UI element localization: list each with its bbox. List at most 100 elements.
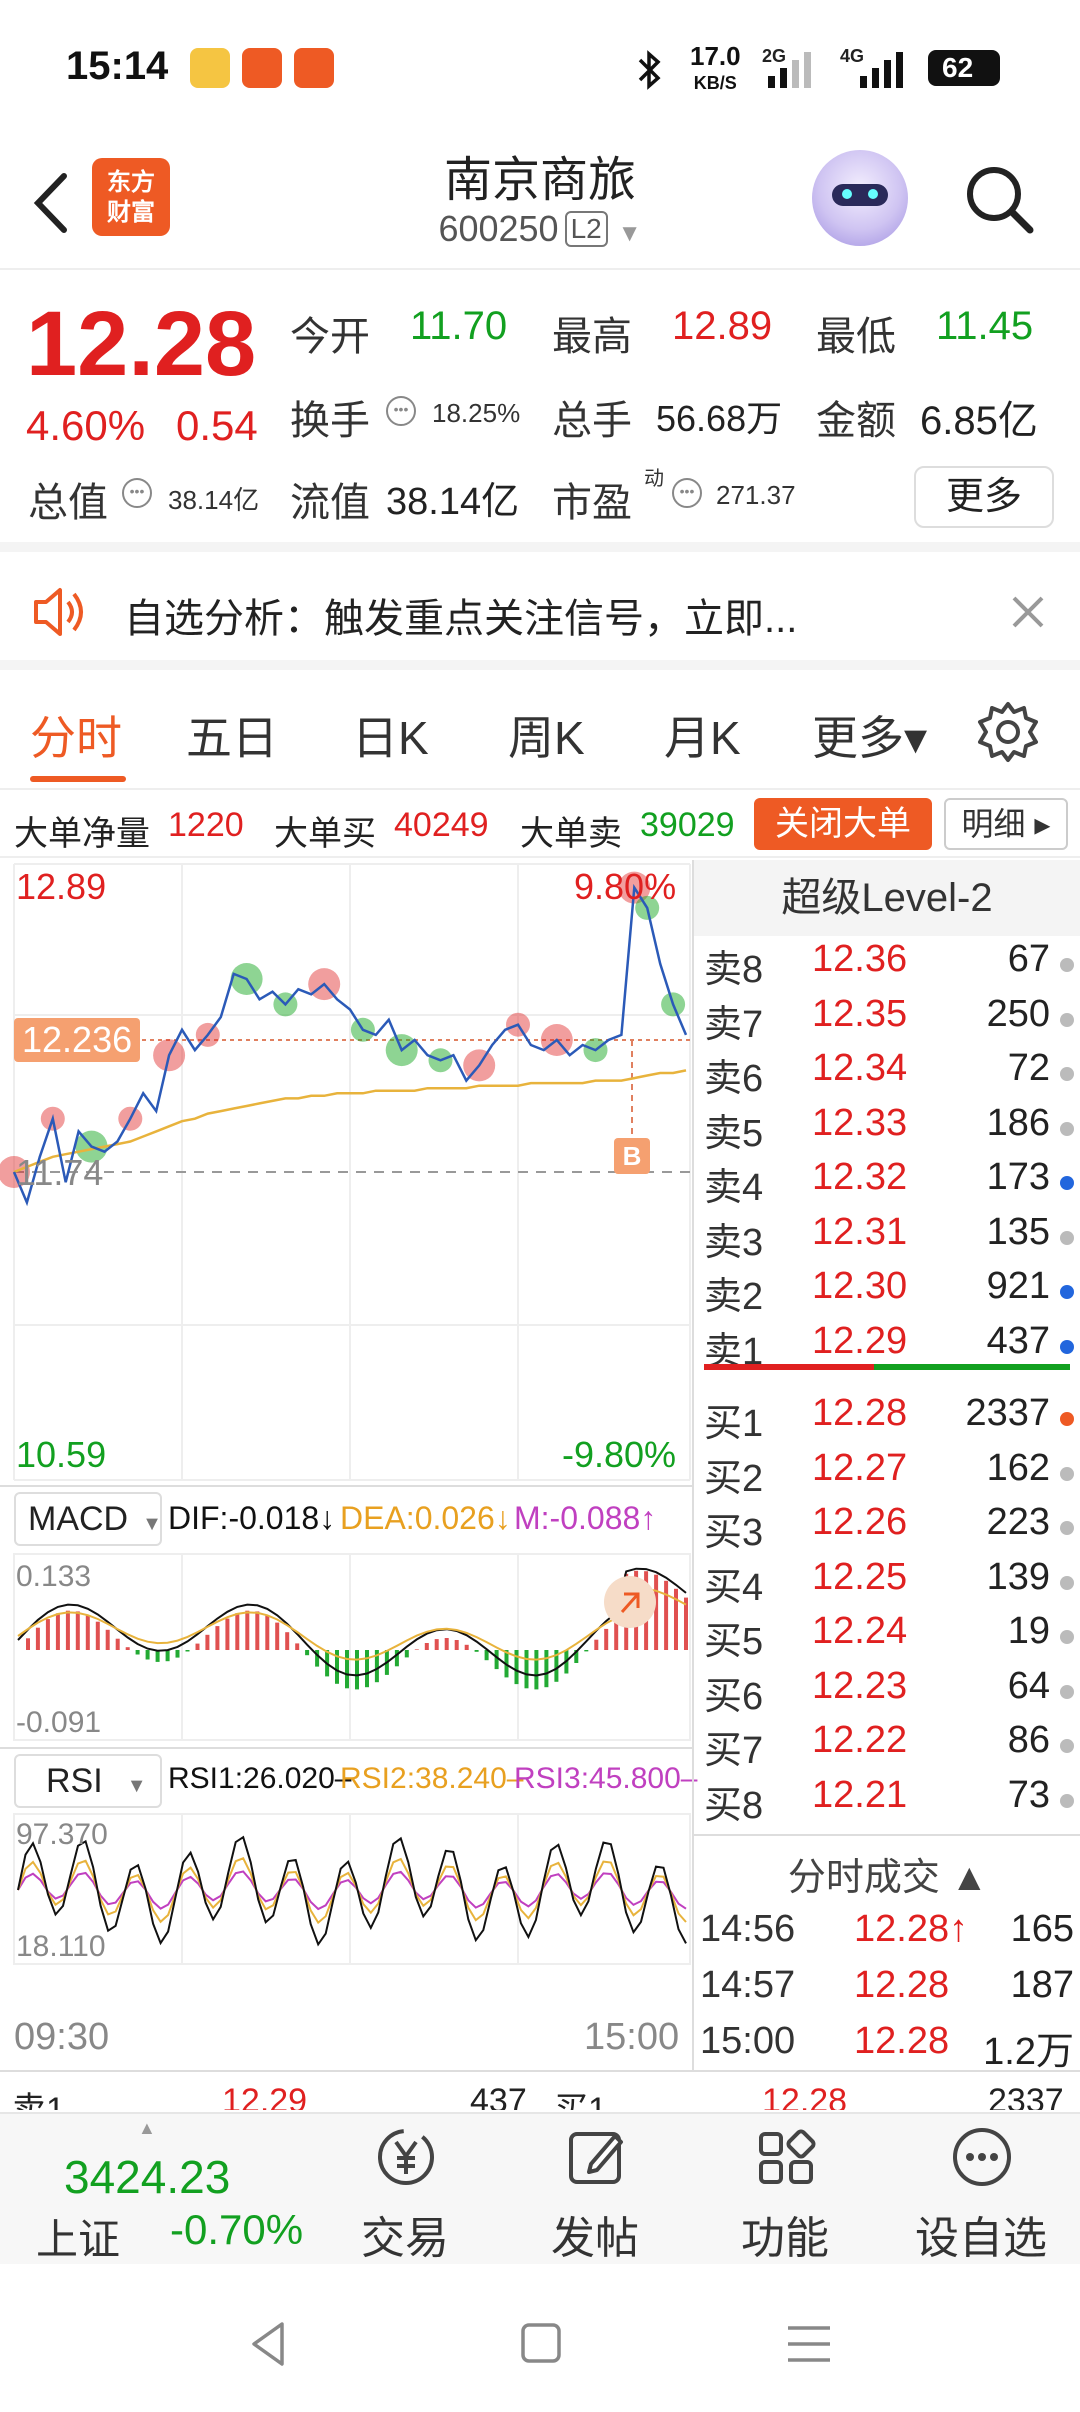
change-amount: 0.54 <box>176 402 258 449</box>
bid-ratio-bar <box>874 1364 1070 1370</box>
home-square-icon[interactable] <box>520 2322 562 2364</box>
order-indicator-dot <box>1060 1630 1074 1644</box>
order-indicator-dot <box>1060 1412 1074 1426</box>
ask-row[interactable]: 卖5 12.33 186 <box>694 1102 1080 1156</box>
low-label: 最低 <box>816 315 896 359</box>
index-ticker[interactable]: ▲ 3424.23 上证 -0.70% <box>0 2114 320 2266</box>
tab-daily[interactable]: 日K <box>352 702 429 768</box>
macd-selector-label: MACD <box>28 1500 129 1538</box>
bid-row[interactable]: 买7 12.22 86 <box>694 1719 1080 1773</box>
nav-functions[interactable]: 功能 <box>690 2114 880 2266</box>
best-bid-price: 12.28 <box>762 2082 848 2110</box>
trade-volume: 1.2万 <box>983 2031 1074 2073</box>
macd-bar <box>45 1619 50 1650</box>
order-indicator-dot <box>1060 1521 1074 1535</box>
trade-price: 12.28 <box>854 2020 950 2062</box>
float-value: 38.14亿 <box>386 481 520 523</box>
order-indicator-dot <box>1060 1793 1074 1808</box>
ask-row[interactable]: 卖7 12.35 250 <box>694 993 1080 1047</box>
ask-row[interactable]: 卖8 12.36 67 <box>694 938 1080 992</box>
tab-intraday[interactable]: 分时 <box>30 702 122 768</box>
caret-up-icon: ▲ <box>138 2118 156 2138</box>
assistant-robot-icon[interactable] <box>812 150 908 246</box>
macd-bar <box>155 1650 160 1662</box>
macd-histogram <box>26 1570 688 1690</box>
intraday-chart-area[interactable]: 12.89 9.80% 10.59 -9.80% 12.236 11.74 B … <box>0 860 697 2070</box>
order-quantity: 64 <box>1007 1664 1050 1707</box>
ask-row[interactable]: 卖4 12.32 173 <box>694 1156 1080 1210</box>
current-price: 12.28 <box>26 293 257 395</box>
trade-yen-icon <box>378 2129 434 2185</box>
macd-bar <box>145 1650 150 1660</box>
tab-five-day[interactable]: 五日 <box>186 702 278 768</box>
trade-volume: 165 <box>1010 1908 1074 1950</box>
ask-row[interactable]: 卖3 12.31 135 <box>694 1211 1080 1265</box>
chart-down-pct: -9.80% <box>562 1434 677 1475</box>
macd-bar <box>75 1611 80 1650</box>
bid-row[interactable]: 买6 12.23 64 <box>694 1665 1080 1719</box>
order-indicator-dot <box>1060 1285 1074 1299</box>
rsi1-value: RSI1:26.020– <box>168 1762 352 1795</box>
macd-bar <box>245 1610 250 1650</box>
tab-more[interactable]: 更多▾ <box>812 702 927 768</box>
info-icon[interactable]: ••• <box>386 396 416 426</box>
macd-bar <box>494 1650 499 1670</box>
bid-row[interactable]: 买5 12.24 19 <box>694 1610 1080 1664</box>
rsi-top-label: 97.370 <box>16 1818 108 1851</box>
open-value: 11.70 <box>410 304 508 348</box>
macd-bar <box>534 1650 539 1690</box>
bottom-toolbar: ▲ 3424.23 上证 -0.70% 交易 发帖 功能 设自选 <box>0 2112 1080 2264</box>
order-quantity: 86 <box>1007 1719 1050 1761</box>
macd-dif-value: DIF:-0.018↓ <box>168 1500 336 1536</box>
back-triangle-icon[interactable] <box>248 2320 288 2368</box>
macd-bar <box>225 1618 230 1650</box>
macd-bar <box>584 1650 589 1652</box>
order-indicator-dot <box>1060 1121 1074 1136</box>
chart-up-pct: 9.80% <box>574 866 677 907</box>
rsi3-value: RSI3:45.800– <box>514 1762 698 1795</box>
close-big-order-button[interactable]: 关闭大单 <box>754 798 932 850</box>
macd-bar <box>444 1638 449 1650</box>
turnover-value: 18.25% <box>432 398 521 428</box>
bid-row[interactable]: 买1 12.28 2337 <box>694 1392 1080 1446</box>
bid-row[interactable]: 买8 12.21 73 <box>694 1774 1080 1828</box>
trades-title[interactable]: 分时成交 ▲ <box>694 1846 1080 1901</box>
more-quote-button[interactable]: 更多 <box>914 466 1054 528</box>
nav-trade[interactable]: 交易 <box>310 2114 500 2266</box>
trade-time: 14:57 <box>700 1964 796 2006</box>
gear-icon[interactable] <box>976 700 1040 764</box>
nav-post[interactable]: 发帖 <box>500 2114 690 2266</box>
tab-monthly[interactable]: 月K <box>664 702 741 768</box>
level2-title[interactable]: 超级Level-2 <box>694 860 1080 936</box>
info-icon[interactable]: ••• <box>122 478 152 508</box>
macd-bar <box>125 1647 130 1650</box>
macd-bar <box>295 1643 300 1650</box>
recents-menu-icon[interactable] <box>786 2324 832 2364</box>
macd-bar <box>205 1634 210 1650</box>
info-icon[interactable]: ••• <box>672 478 702 508</box>
stock-code-row[interactable]: 600250 L2 ▼ <box>0 208 1080 250</box>
alert-banner[interactable]: 自选分析：触发重点关注信号，立即... <box>0 562 1080 670</box>
ask-row[interactable]: 卖2 12.30 921 <box>694 1265 1080 1319</box>
ask-row[interactable]: 卖6 12.34 72 <box>694 1047 1080 1101</box>
amount-value: 6.85亿 <box>920 399 1038 443</box>
b-marker: B <box>614 1138 650 1174</box>
volume-value: 56.68万 <box>656 398 783 439</box>
tab-weekly[interactable]: 周K <box>508 702 585 768</box>
best-ask-label: 卖1 <box>12 2091 65 2110</box>
net-speed-unit: KB/S <box>693 73 737 93</box>
search-icon[interactable] <box>960 160 1040 240</box>
bid-row[interactable]: 买2 12.27 162 <box>694 1447 1080 1501</box>
bid-row[interactable]: 买3 12.26 223 <box>694 1501 1080 1555</box>
system-navigation-bar <box>0 2264 1080 2412</box>
detail-button[interactable]: 明细 ▸ <box>944 798 1068 850</box>
rsi-selector[interactable]: RSI ▼ <box>14 1754 162 1808</box>
nav-add-watchlist[interactable]: 设自选 <box>886 2114 1076 2266</box>
macd-selector[interactable]: MACD ▼ <box>14 1492 162 1546</box>
bid-row[interactable]: 买4 12.25 139 <box>694 1556 1080 1610</box>
float-label: 流值 <box>290 481 370 525</box>
close-icon[interactable] <box>1008 592 1048 632</box>
index-value: 3424.23 <box>64 2151 231 2203</box>
order-price: 12.21 <box>812 1773 908 1816</box>
trade-price: 12.28 <box>854 1964 950 2006</box>
